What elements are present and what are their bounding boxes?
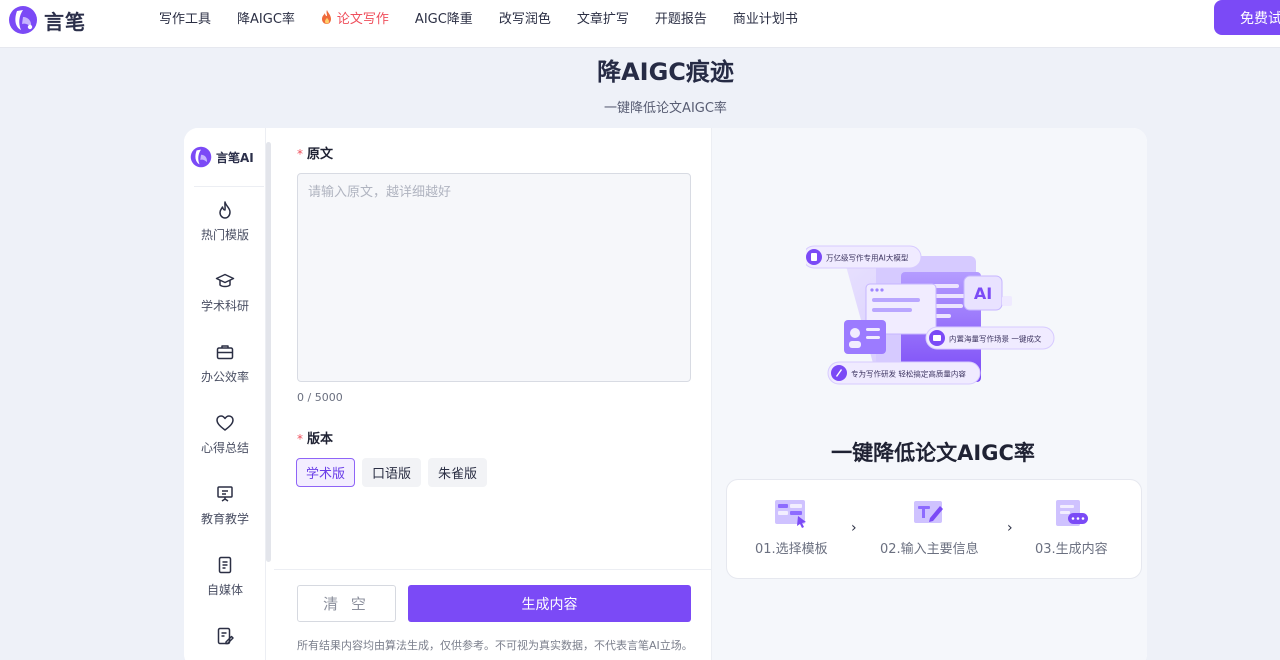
source-label: * 原文 bbox=[297, 143, 333, 162]
steps-panel: 01.选择模板 › 02.输入主要信息 › 03.生成内容 bbox=[726, 479, 1142, 579]
source-label-text: 原文 bbox=[307, 147, 334, 162]
nav-item-writing-tools[interactable]: 写作工具 bbox=[159, 8, 211, 27]
nav-item-label: 商业计划书 bbox=[732, 11, 798, 27]
category-sidebar: 言笔AI 热门模版 学术科研 办公效率 心得总结 教育教学 自媒体 bbox=[184, 128, 266, 660]
version-option-zhuque[interactable]: 朱雀版 bbox=[428, 458, 488, 487]
sidebar-item-office[interactable]: 办公效率 bbox=[184, 342, 266, 385]
tool-card: 言笔AI 热门模版 学术科研 办公效率 心得总结 教育教学 自媒体 * 原文 请… bbox=[184, 128, 1147, 660]
badge-text: 万亿级写作专用AI大模型 bbox=[826, 253, 909, 263]
sidebar-item-label: 热门模版 bbox=[200, 228, 249, 242]
sidebar-item-hot-templates[interactable]: 热门模版 bbox=[184, 200, 266, 243]
nav-item-label: 改写润色 bbox=[498, 11, 551, 27]
step-input-info: 02.输入主要信息 bbox=[880, 498, 979, 557]
version-option-colloquial[interactable]: 口语版 bbox=[362, 458, 422, 487]
sidebar-item-label: 教育教学 bbox=[200, 512, 249, 526]
sidebar-brand: 言笔AI bbox=[190, 146, 254, 168]
sidebar-item-reflections[interactable]: 心得总结 bbox=[184, 413, 266, 456]
generate-button[interactable]: 生成内容 bbox=[408, 585, 691, 622]
step-generate-content: 03.生成内容 bbox=[1035, 498, 1108, 557]
preview-panel: AI 万亿级写作专用AI大模型 内置海量写作场景 一键成文 专为写作研发 轻松搞… bbox=[712, 128, 1147, 660]
top-navigation: 言笔 写作工具 降AIGC率 论文写作 AIGC降重 改写润色 文章扩写 开题报… bbox=[0, 0, 1280, 48]
brand-mark-icon bbox=[9, 6, 37, 34]
document-icon bbox=[218, 556, 232, 574]
nav-item-expand[interactable]: 文章扩写 bbox=[577, 8, 629, 27]
nav-item-label: AIGC降重 bbox=[414, 11, 473, 27]
preview-title: 一键降低论文AIGC率 bbox=[831, 441, 1035, 465]
form-divider bbox=[274, 569, 712, 570]
sidebar-brand-name: 言笔AI bbox=[216, 150, 254, 165]
nav-item-label: 文章扩写 bbox=[576, 11, 629, 27]
badge-text: 专为写作研发 轻松搞定高质量内容 bbox=[851, 369, 966, 379]
ai-writing-illustration: AI 万亿级写作专用AI大模型 内置海量写作场景 一键成文 专为写作研发 轻松搞… bbox=[806, 245, 1055, 385]
version-option-academic[interactable]: 学术版 bbox=[296, 458, 356, 487]
step-label: 01.选择模板 bbox=[755, 542, 828, 557]
nav-item-label: 论文写作 bbox=[336, 11, 389, 27]
step-select-template: 01.选择模板 bbox=[755, 498, 828, 557]
badge-text: 内置海量写作场景 一键成文 bbox=[949, 334, 1042, 344]
page-subtitle: 一键降低论文AIGC率 bbox=[604, 101, 727, 116]
graduation-cap-icon bbox=[215, 273, 235, 288]
sidebar-item-label: 心得总结 bbox=[200, 441, 249, 455]
sidebar-item-academic[interactable]: 学术科研 bbox=[184, 271, 266, 314]
nav-item-reduce-aigc[interactable]: 降AIGC率 bbox=[237, 8, 295, 27]
step-label: 02.输入主要信息 bbox=[880, 542, 979, 557]
nav-item-rewrite[interactable]: 改写润色 bbox=[499, 8, 551, 27]
clear-button[interactable]: 清 空 bbox=[297, 585, 396, 622]
disclaimer-text: 所有结果内容均由算法生成，仅供参考。不可视为真实数据，不代表言笔AI立场。 bbox=[297, 639, 693, 652]
chevron-right-icon: › bbox=[1007, 520, 1013, 536]
sidebar-item-self-media[interactable]: 自媒体 bbox=[184, 555, 266, 598]
character-counter: 0 / 5000 bbox=[297, 391, 343, 404]
briefcase-icon bbox=[216, 345, 234, 360]
nav-item-paper-writing[interactable]: 论文写作 bbox=[321, 8, 389, 27]
fire-icon bbox=[219, 201, 231, 219]
main-nav: 写作工具 降AIGC率 论文写作 AIGC降重 改写润色 文章扩写 开题报告 商… bbox=[146, 0, 811, 34]
nav-item-label: 降AIGC率 bbox=[237, 11, 295, 27]
nav-item-business-plan[interactable]: 商业计划书 bbox=[733, 8, 798, 27]
nav-item-label: 写作工具 bbox=[159, 11, 212, 27]
fire-icon bbox=[321, 10, 331, 24]
required-mark: * bbox=[297, 147, 303, 161]
sidebar-item-label: 学术科研 bbox=[200, 299, 249, 313]
presentation-board-icon bbox=[217, 486, 233, 502]
ai-badge-text: AI bbox=[974, 284, 992, 303]
heart-icon bbox=[216, 415, 234, 431]
step-label: 03.生成内容 bbox=[1035, 542, 1108, 557]
version-label: * 版本 bbox=[297, 428, 333, 447]
nav-item-aigc-dedup[interactable]: AIGC降重 bbox=[415, 8, 473, 27]
sidebar-scrollbar[interactable] bbox=[266, 142, 271, 562]
sidebar-divider bbox=[194, 186, 264, 187]
nav-item-proposal[interactable]: 开题报告 bbox=[655, 8, 707, 27]
free-trial-button[interactable]: 免费试用 bbox=[1214, 0, 1280, 35]
generate-content-icon bbox=[1056, 500, 1089, 526]
select-template-icon bbox=[775, 500, 807, 528]
page-title: 降AIGC痕迹 bbox=[597, 58, 734, 86]
sidebar-item-label: 自媒体 bbox=[206, 583, 243, 597]
brand-mark-icon bbox=[190, 146, 212, 168]
brand-logo[interactable]: 言笔 bbox=[8, 4, 86, 36]
brand-name: 言笔 bbox=[44, 9, 86, 34]
version-options: 学术版 口语版 朱雀版 bbox=[296, 458, 488, 487]
input-info-icon bbox=[914, 501, 944, 523]
required-mark: * bbox=[297, 432, 303, 446]
input-form: * 原文 0 / 5000 * 版本 学术版 口语版 朱雀版 清 空 生成内容 所有… bbox=[274, 128, 712, 660]
version-label-text: 版本 bbox=[307, 432, 334, 447]
sidebar-item-education[interactable]: 教育教学 bbox=[184, 484, 266, 527]
sidebar-item-label: 办公效率 bbox=[200, 370, 249, 384]
source-text-input[interactable] bbox=[297, 173, 691, 382]
sidebar-item-more[interactable] bbox=[184, 626, 266, 652]
chevron-right-icon: › bbox=[851, 520, 857, 536]
nav-item-label: 开题报告 bbox=[654, 11, 707, 27]
edit-document-icon bbox=[217, 627, 234, 645]
